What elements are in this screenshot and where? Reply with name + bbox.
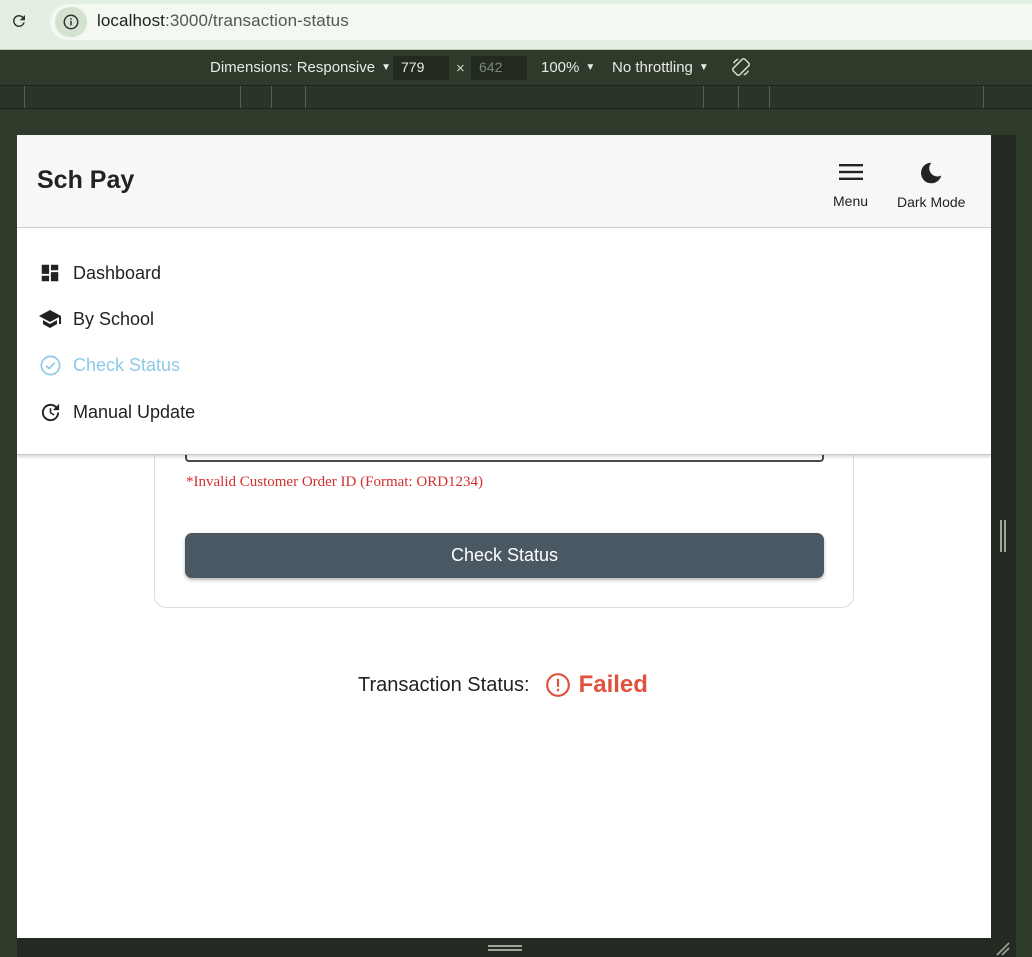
device-toolbar: Dimensions: Responsive ▼ 779 × 642 100% ▼ … — [0, 51, 1032, 85]
ruler-tick — [703, 86, 704, 108]
ruler-tick — [305, 86, 306, 108]
dark-mode-label: Dark Mode — [897, 194, 966, 210]
height-input[interactable]: 642 — [471, 56, 527, 80]
bottom-resize-handle[interactable] — [488, 945, 522, 951]
reload-icon[interactable] — [9, 11, 29, 31]
site-info-icon[interactable] — [55, 7, 87, 37]
status-value: Failed — [578, 671, 648, 698]
history-icon — [38, 400, 62, 424]
dark-mode-button[interactable]: Dark Mode — [897, 160, 965, 210]
url-path: :3000/transaction-status — [165, 11, 349, 30]
chevron-down-icon: ▼ — [585, 62, 596, 73]
zoom-dropdown[interactable]: 100% ▼ — [541, 59, 595, 76]
times-icon: × — [456, 60, 465, 77]
status-label: Transaction Status: — [358, 673, 530, 696]
ruler-tick — [24, 86, 25, 108]
page-viewport: Sch Pay Menu Dark Mode Dashboard By Scho… — [17, 135, 991, 938]
app-header: Sch Pay Menu Dark Mode — [17, 135, 991, 228]
check-circle-icon — [38, 353, 62, 377]
nav-item-label: By School — [73, 308, 155, 329]
browser-url-bar: localhost:3000/transaction-status — [0, 0, 1032, 50]
brand-title[interactable]: Sch Pay — [37, 166, 134, 195]
nav-item-label: Manual Update — [73, 401, 196, 422]
nav-item-check-status[interactable]: Check Status — [38, 353, 180, 377]
menu-button[interactable]: Menu — [833, 161, 868, 209]
nav-item-by-school[interactable]: By School — [38, 307, 154, 331]
nav-item-dashboard[interactable]: Dashboard — [38, 261, 161, 285]
url-host: localhost — [97, 11, 165, 30]
address-text: localhost:3000/transaction-status — [97, 11, 349, 31]
school-icon — [38, 307, 62, 331]
ruler-tick — [240, 86, 241, 108]
nav-item-label: Dashboard — [73, 262, 162, 283]
rotate-icon[interactable] — [730, 56, 752, 78]
throttling-value: No throttling — [612, 59, 693, 76]
throttling-dropdown[interactable]: No throttling ▼ — [612, 59, 709, 76]
ruler-tick — [983, 86, 984, 108]
alert-circle-icon — [545, 672, 571, 698]
chevron-down-icon: ▼ — [381, 62, 391, 73]
ruler-tick — [271, 86, 272, 108]
check-status-button[interactable]: Check Status — [185, 533, 824, 578]
nav-item-manual-update[interactable]: Manual Update — [38, 400, 195, 424]
corner-resize-icon[interactable] — [994, 940, 1010, 956]
transaction-status-row: Transaction Status: Failed — [358, 671, 648, 699]
chevron-down-icon: ▼ — [698, 62, 709, 73]
dimensions-dropdown[interactable]: Dimensions: Responsive ▼ — [210, 59, 391, 76]
order-id-error: *Invalid Customer Order ID (Format: ORD1… — [186, 474, 484, 490]
side-resize-handle[interactable] — [1000, 520, 1006, 552]
dimensions-label: Dimensions: Responsive — [210, 59, 376, 76]
moon-icon — [918, 160, 944, 191]
nav-drawer: Dashboard By School Check Status Manual … — [17, 229, 991, 455]
menu-label: Menu — [833, 193, 869, 209]
width-input[interactable]: 779 — [393, 56, 449, 80]
ruler-tick — [769, 86, 770, 108]
menu-icon — [838, 161, 864, 188]
zoom-value: 100% — [541, 59, 580, 76]
nav-item-label: Check Status — [73, 354, 181, 375]
media-query-bar — [0, 85, 1032, 109]
ruler-tick — [738, 86, 739, 108]
dashboard-icon — [38, 261, 62, 285]
